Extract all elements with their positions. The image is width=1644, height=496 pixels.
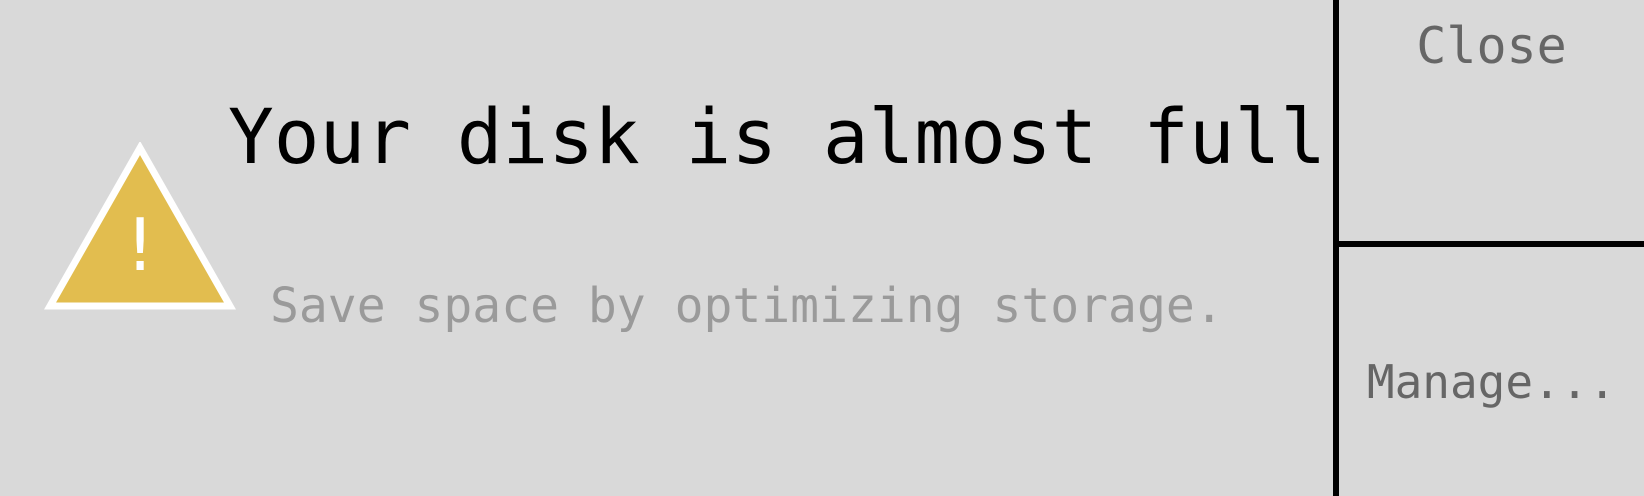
manage-button-label: Manage... [1366,354,1617,409]
close-button[interactable]: Close [1339,0,1644,247]
disk-full-notification: ! Your disk is almost full Save space by… [0,0,1644,496]
manage-button[interactable]: Manage... [1339,247,1644,496]
warning-icon: ! [44,142,236,310]
warning-icon-symbol: ! [118,203,161,287]
notification-message: Save space by optimizing storage. [270,278,1224,334]
close-button-label: Close [1416,16,1567,75]
notification-actions: Close Manage... [1333,0,1644,496]
notification-title: Your disk is almost full [228,92,1327,181]
